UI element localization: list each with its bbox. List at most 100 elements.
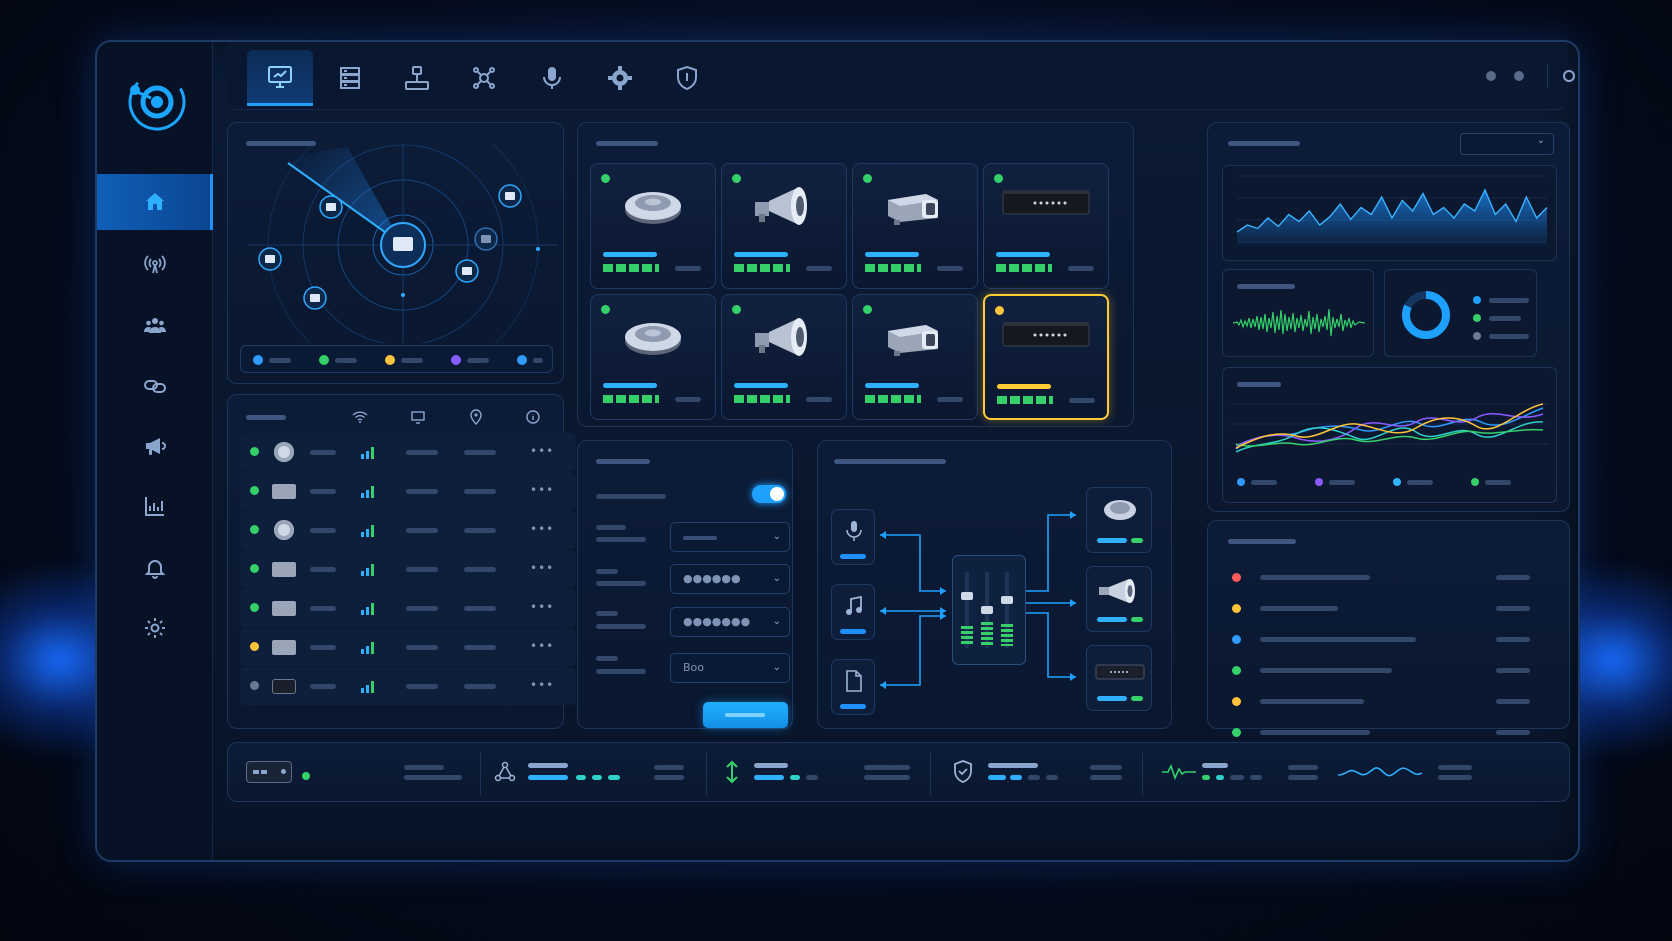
tab-nodes[interactable] (451, 50, 517, 106)
top-toolbar (227, 42, 1575, 110)
mixer-fader[interactable] (981, 606, 993, 614)
ceiling-speaker-icon (591, 315, 715, 359)
sidebar-item-broadcast[interactable] (97, 236, 213, 292)
status-value (1438, 775, 1472, 780)
info-icon[interactable] (525, 409, 541, 425)
network-tree-icon[interactable] (494, 761, 516, 783)
throughput-chart[interactable] (1222, 165, 1557, 261)
device-card-amplifier[interactable] (983, 163, 1109, 289)
apply-button[interactable] (703, 702, 788, 728)
chevron-down-icon: ⌄ (772, 662, 781, 673)
sidebar-item-home[interactable] (97, 174, 213, 230)
table-row[interactable]: ••• (240, 628, 576, 666)
row-menu-icon[interactable]: ••• (530, 483, 554, 497)
device-card-ceiling-speaker[interactable] (590, 163, 716, 289)
location-icon[interactable] (468, 409, 484, 425)
projector-speaker-icon (853, 315, 977, 359)
legend-label (1329, 480, 1355, 485)
table-row[interactable]: ••• (240, 433, 576, 471)
multi-line-chart[interactable] (1222, 367, 1557, 503)
device-card-projector-speaker[interactable] (852, 294, 978, 420)
transfer-icon[interactable] (724, 760, 740, 784)
sidebar-item-settings[interactable] (97, 600, 213, 656)
select-1[interactable]: ⌄ (670, 522, 790, 552)
event-severity-dot (1232, 666, 1241, 675)
tab-monitor[interactable] (247, 50, 313, 106)
event-severity-dot (1232, 635, 1241, 644)
divider (480, 751, 481, 795)
device-card-projector-speaker[interactable] (852, 163, 978, 289)
monitor-icon[interactable] (410, 409, 426, 425)
enable-toggle[interactable] (752, 485, 786, 503)
device-card-amplifier[interactable] (983, 294, 1109, 420)
select-2[interactable]: ●●●●●● ⌄ (670, 564, 790, 594)
status-label (654, 765, 684, 770)
audio-mixer[interactable] (952, 555, 1026, 665)
device-status-dot (601, 174, 610, 183)
device-status-dot (302, 772, 310, 780)
activity-icon[interactable] (1162, 763, 1196, 781)
legend-dot (1473, 296, 1481, 304)
home-icon (146, 193, 164, 210)
table-row[interactable]: ••• (240, 589, 576, 627)
row-menu-icon[interactable]: ••• (530, 639, 554, 653)
panel-title (596, 459, 650, 464)
sidebar-item-alerts[interactable] (97, 540, 213, 596)
radar-map[interactable] (228, 143, 565, 343)
nodes-icon (473, 67, 495, 89)
row-menu-icon[interactable]: ••• (530, 678, 554, 692)
legend-label (335, 358, 357, 363)
table-row[interactable]: ••• (240, 550, 576, 588)
link-icon (144, 380, 166, 393)
wifi-icon[interactable] (352, 409, 368, 425)
sidebar-item-links[interactable] (97, 358, 213, 414)
sidebar-item-announcements[interactable] (97, 418, 213, 474)
output-ceiling-speaker[interactable] (1086, 487, 1152, 553)
row-menu-icon[interactable]: ••• (530, 600, 554, 614)
tab-network[interactable] (384, 50, 450, 106)
events-panel (1207, 520, 1570, 737)
output-horn-speaker[interactable] (1086, 566, 1152, 632)
stat-bar (608, 775, 620, 780)
tab-settings[interactable] (587, 50, 653, 106)
stat-bar (1202, 763, 1228, 768)
shield-icon[interactable] (952, 759, 974, 785)
tab-security[interactable] (654, 50, 720, 106)
mixer-fader[interactable] (961, 592, 973, 600)
select-3[interactable]: ●●●●●●● ⌄ (670, 607, 790, 637)
legend-dot (1471, 478, 1479, 486)
mixer-fader[interactable] (1001, 596, 1013, 604)
signal-strength-icon (361, 447, 374, 459)
row-status-dot (250, 642, 259, 651)
horn-speaker-icon (722, 184, 846, 228)
legend-label (1489, 316, 1521, 321)
table-row[interactable]: ••• (240, 667, 576, 705)
map-node (258, 247, 282, 271)
health-donut-card[interactable] (1384, 269, 1537, 357)
status-label (1438, 765, 1472, 770)
select-4[interactable]: Boo ⌄ (670, 653, 790, 683)
map-node (303, 286, 327, 310)
legend-label (1489, 334, 1529, 339)
tab-microphone[interactable] (519, 50, 585, 106)
output-amplifier[interactable] (1086, 645, 1152, 711)
event-severity-dot (1232, 728, 1241, 737)
sidebar-item-users[interactable] (97, 298, 213, 354)
app-logo[interactable] (123, 70, 187, 134)
status-label (1288, 765, 1318, 770)
divider (1142, 751, 1143, 795)
row-menu-icon[interactable]: ••• (530, 444, 554, 458)
device-card-horn-speaker[interactable] (721, 163, 847, 289)
table-row[interactable]: ••• (240, 511, 576, 549)
row-menu-icon[interactable]: ••• (530, 522, 554, 536)
table-row[interactable]: ••• (240, 472, 576, 510)
sidebar-item-reports[interactable] (97, 478, 213, 534)
device-card-ceiling-speaker[interactable] (590, 294, 716, 420)
sync-icon[interactable] (1563, 70, 1575, 82)
row-menu-icon[interactable]: ••• (530, 561, 554, 575)
monitor-icon (268, 65, 292, 88)
audio-level-card[interactable] (1222, 269, 1374, 357)
range-select[interactable]: ⌄ (1460, 133, 1554, 155)
tab-server[interactable] (317, 50, 383, 106)
device-card-horn-speaker[interactable] (721, 294, 847, 420)
